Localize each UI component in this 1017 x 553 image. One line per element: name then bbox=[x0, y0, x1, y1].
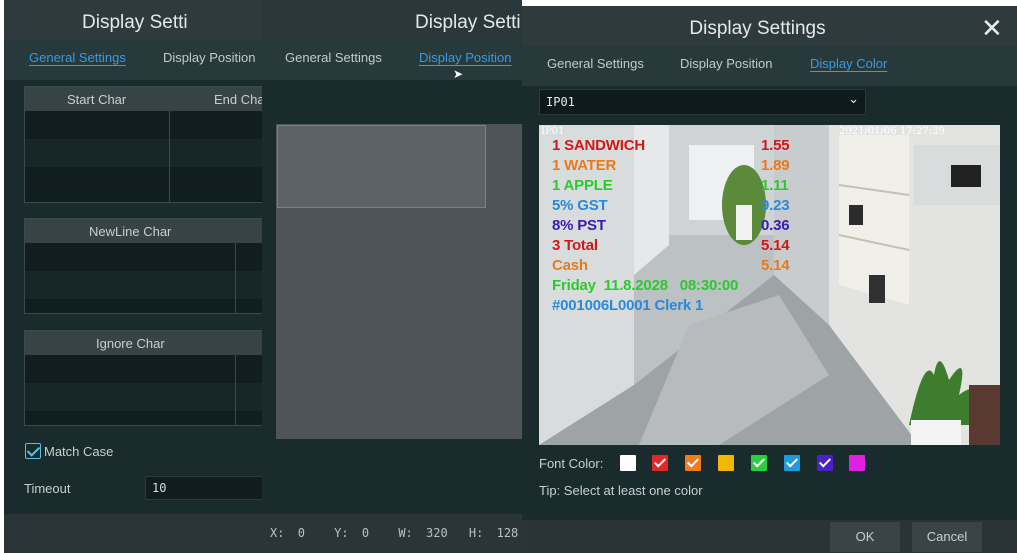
receipt-line: Friday 11.8.2028 08:30:00 bbox=[552, 277, 739, 294]
channel-select[interactable]: IP01 ⌄ bbox=[539, 89, 866, 115]
osd-timestamp: 2021/01/06 17:27:39 bbox=[839, 126, 945, 137]
ignore-char-header: Ignore Char bbox=[96, 336, 165, 351]
w-label: W: bbox=[398, 526, 413, 540]
general-settings-panel: Display Setti General Settings Display P… bbox=[4, 0, 266, 553]
osd-position-box[interactable] bbox=[277, 125, 486, 208]
tab-display-position[interactable]: Display Position bbox=[680, 56, 773, 71]
ok-button[interactable]: OK bbox=[830, 522, 900, 552]
tab-bar: General Settings Display Position bbox=[4, 40, 266, 80]
purple-color-checkbox[interactable] bbox=[817, 455, 833, 471]
tab-display-position[interactable]: Display Position bbox=[163, 50, 256, 65]
match-case-checkbox[interactable] bbox=[25, 443, 41, 459]
tab-general-settings[interactable]: General Settings bbox=[29, 50, 126, 65]
receipt-line: Cash bbox=[552, 257, 588, 274]
receipt-amount: 5.14 bbox=[761, 257, 790, 274]
color-content: IP01 ⌄ IP01 2021/01/06 17:27:39 1 SANDWI… bbox=[522, 86, 1017, 520]
table-row[interactable] bbox=[25, 355, 266, 383]
receipt-amount: 9.23 bbox=[761, 197, 790, 214]
blue-color-checkbox[interactable] bbox=[784, 455, 800, 471]
start-end-char-table[interactable]: Start Char End Cha bbox=[24, 86, 266, 203]
display-position-panel: Display Setti General Settings Display P… bbox=[262, 0, 522, 553]
timeout-input[interactable]: 10 bbox=[145, 476, 266, 500]
receipt-line: 8% PST bbox=[552, 217, 606, 234]
red-color-checkbox[interactable] bbox=[652, 455, 668, 471]
channel-value: IP01 bbox=[546, 95, 575, 109]
display-color-panel: Display Settings ✕ General Settings Disp… bbox=[522, 6, 1017, 553]
ignore-char-table[interactable]: Ignore Char bbox=[24, 330, 266, 426]
tab-display-position[interactable]: Display Position bbox=[419, 50, 512, 65]
mouse-cursor-icon: ➤ bbox=[453, 67, 464, 81]
orange-color-checkbox[interactable] bbox=[685, 455, 701, 471]
table-row[interactable] bbox=[25, 271, 266, 299]
table-row[interactable] bbox=[25, 139, 266, 167]
dialog-footer: OK Cancel bbox=[522, 520, 1017, 553]
white-color-checkbox[interactable] bbox=[620, 455, 636, 471]
timeout-label: Timeout bbox=[24, 481, 71, 496]
receipt-amount: 5.14 bbox=[761, 237, 790, 254]
receipt-amount: 1.55 bbox=[761, 137, 790, 154]
position-canvas[interactable] bbox=[276, 124, 522, 439]
dialog-title: Display Setti bbox=[4, 0, 266, 40]
receipt-line: 1 SANDWICH bbox=[552, 137, 646, 154]
table-row[interactable] bbox=[25, 243, 266, 271]
tab-display-color[interactable]: Display Color bbox=[810, 56, 887, 71]
y-label: Y: bbox=[334, 526, 349, 540]
start-char-header: Start Char bbox=[67, 92, 127, 107]
w-value: 320 bbox=[426, 526, 448, 540]
dialog-title: Display Settings bbox=[522, 6, 1017, 46]
receipt-amount: 1.11 bbox=[761, 177, 789, 194]
table-row[interactable] bbox=[25, 383, 266, 411]
osd-channel-name: IP01 bbox=[541, 126, 565, 137]
match-case-label: Match Case bbox=[44, 444, 114, 459]
column-divider bbox=[169, 111, 170, 202]
h-label: H: bbox=[468, 526, 484, 540]
tab-bar: General Settings Display Position Displa… bbox=[522, 46, 1017, 86]
receipt-line: 1 APPLE bbox=[552, 177, 613, 194]
dialog-footer: X: 0 Y: 0 W: 320 H: 128 bbox=[262, 514, 522, 553]
close-icon[interactable]: ✕ bbox=[981, 15, 1003, 41]
table-row[interactable] bbox=[25, 167, 266, 195]
table-header: Start Char End Cha bbox=[25, 87, 266, 111]
position-content bbox=[262, 80, 522, 514]
general-content: Start Char End Cha NewLine Char Ignore C… bbox=[4, 80, 266, 514]
newline-char-table[interactable]: NewLine Char bbox=[24, 218, 266, 314]
dialog-footer bbox=[4, 514, 266, 553]
receipt-line: #001006L0001 Clerk 1 bbox=[552, 297, 704, 314]
newline-char-header: NewLine Char bbox=[89, 224, 172, 239]
h-value: 128 bbox=[496, 526, 519, 540]
receipt-amount: 0.36 bbox=[761, 217, 790, 234]
y-value: 0 bbox=[361, 526, 370, 540]
green-color-checkbox[interactable] bbox=[751, 455, 767, 471]
x-label: X: bbox=[270, 526, 285, 540]
tab-general-settings[interactable]: General Settings bbox=[285, 50, 382, 65]
tab-general-settings[interactable]: General Settings bbox=[547, 56, 644, 71]
column-divider bbox=[235, 243, 236, 313]
table-header: NewLine Char bbox=[25, 219, 266, 243]
dialog-title: Display Setti bbox=[262, 0, 522, 40]
table-row[interactable] bbox=[25, 111, 266, 139]
cancel-button[interactable]: Cancel bbox=[912, 522, 982, 552]
tip-text: Tip: Select at least one color bbox=[539, 483, 703, 498]
receipt-line: 5% GST bbox=[552, 197, 608, 214]
receipt-amount: 1.89 bbox=[761, 157, 790, 174]
camera-preview: IP01 2021/01/06 17:27:39 1 SANDWICH 1.55… bbox=[539, 125, 1000, 445]
yellow-color-checkbox[interactable] bbox=[718, 455, 734, 471]
receipt-line: 3 Total bbox=[552, 237, 598, 254]
end-char-header: End Cha bbox=[214, 92, 265, 107]
x-value: 0 bbox=[297, 526, 305, 540]
column-divider bbox=[235, 355, 236, 425]
font-color-label: Font Color: bbox=[539, 456, 604, 471]
table-header: Ignore Char bbox=[25, 331, 266, 355]
chevron-down-icon: ⌄ bbox=[848, 92, 859, 107]
tab-bar: General Settings Display Position ➤ bbox=[262, 40, 522, 81]
magenta-color-checkbox[interactable] bbox=[849, 455, 865, 471]
coordinates-readout: X: 0 Y: 0 W: 320 H: 128 bbox=[270, 526, 518, 540]
receipt-line: 1 WATER bbox=[552, 157, 617, 174]
